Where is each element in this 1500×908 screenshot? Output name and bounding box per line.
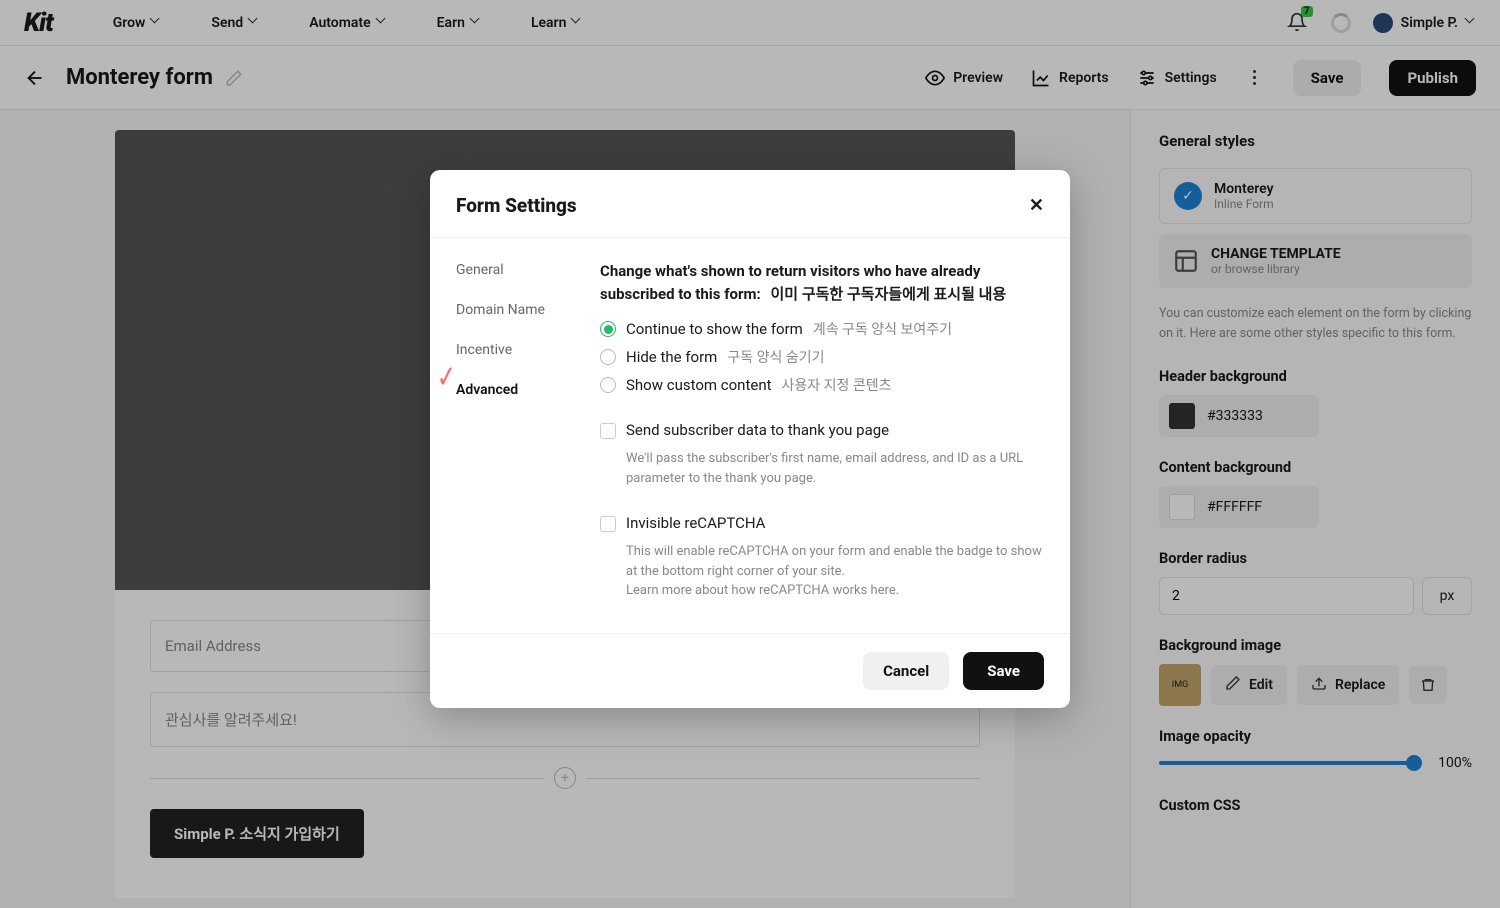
tab-advanced-label: Advanced	[456, 382, 518, 398]
radio-icon	[600, 321, 616, 337]
recaptcha-label: Invisible reCAPTCHA	[626, 514, 765, 532]
option-hide-kr: 구독 양식 숨기기	[727, 347, 824, 367]
annotation-check-icon: ✓	[435, 359, 457, 396]
lead-b: 이미 구독한 구독자들에게 표시될 내용	[770, 285, 1006, 303]
radio-icon	[600, 349, 616, 365]
option-continue[interactable]: Continue to show the form 계속 구독 양식 보여주기	[600, 319, 1044, 339]
tab-advanced[interactable]: ✓ Advanced	[456, 382, 586, 398]
modal-overlay[interactable]: Form Settings ✕ General Domain Name Ince…	[0, 0, 1500, 908]
option-custom[interactable]: Show custom content 사용자 지정 콘텐츠	[600, 375, 1044, 395]
option-continue-label: Continue to show the form	[626, 320, 803, 338]
checkbox-recaptcha[interactable]: Invisible reCAPTCHA	[600, 514, 1044, 532]
modal-header: Form Settings ✕	[430, 170, 1070, 238]
tab-incentive[interactable]: Incentive	[456, 342, 586, 358]
lead-text: Change what's shown to return visitors w…	[600, 260, 1044, 305]
form-settings-modal: Form Settings ✕ General Domain Name Ince…	[430, 170, 1070, 708]
tab-general[interactable]: General	[456, 262, 586, 278]
send-data-label: Send subscriber data to thank you page	[626, 421, 889, 439]
cancel-button[interactable]: Cancel	[863, 652, 949, 690]
modal-save-button[interactable]: Save	[963, 652, 1044, 690]
modal-footer: Cancel Save	[430, 633, 1070, 708]
option-continue-kr: 계속 구독 양식 보여주기	[813, 319, 952, 339]
modal-nav: General Domain Name Incentive ✓ Advanced	[456, 260, 586, 601]
option-custom-kr: 사용자 지정 콘텐츠	[782, 375, 892, 395]
modal-title: Form Settings	[456, 194, 577, 217]
radio-icon	[600, 377, 616, 393]
close-icon: ✕	[1029, 195, 1044, 216]
option-custom-label: Show custom content	[626, 376, 772, 394]
modal-content: Change what's shown to return visitors w…	[600, 260, 1044, 601]
checkbox-icon	[600, 516, 616, 532]
recaptcha-help: This will enable reCAPTCHA on your form …	[626, 542, 1044, 601]
option-hide[interactable]: Hide the form 구독 양식 숨기기	[600, 347, 1044, 367]
checkbox-icon	[600, 423, 616, 439]
checkbox-send-data[interactable]: Send subscriber data to thank you page	[600, 421, 1044, 439]
send-data-help: We'll pass the subscriber's first name, …	[626, 449, 1044, 488]
close-button[interactable]: ✕	[1029, 195, 1044, 216]
modal-body: General Domain Name Incentive ✓ Advanced…	[430, 238, 1070, 633]
option-hide-label: Hide the form	[626, 348, 717, 366]
tab-domain[interactable]: Domain Name	[456, 302, 586, 318]
